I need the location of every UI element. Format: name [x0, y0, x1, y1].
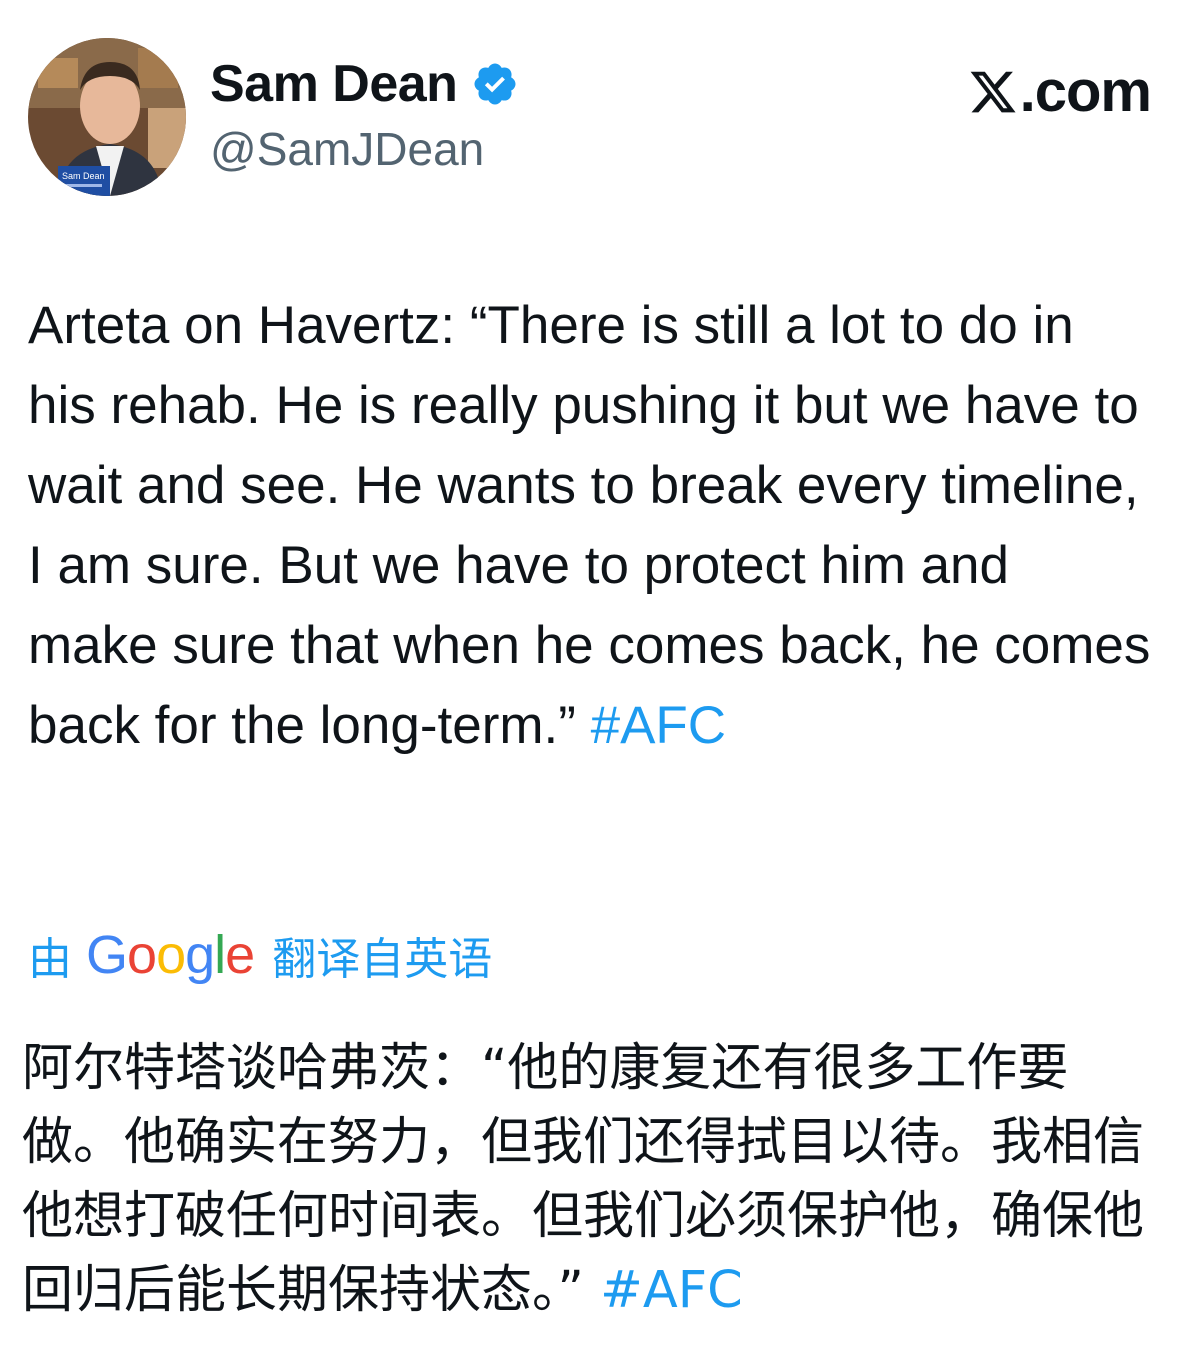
tweet-body: Arteta on Havertz: “There is still a lot…: [28, 286, 1153, 766]
tweet-header: Sam Dean Sam Dean @SamJDean .com: [28, 38, 1152, 198]
translated-hashtag-link[interactable]: #AFC: [600, 1261, 743, 1320]
brand-domain: .com: [1019, 59, 1152, 124]
google-logo: Google: [86, 924, 255, 986]
translated-tweet-body: 阿尔特塔谈哈弗茨：“他的康复还有很多工作要做。他确实在努力，但我们还得拭目以待。…: [22, 1032, 1152, 1328]
translation-attribution[interactable]: 由 Google 翻译自英语: [28, 920, 492, 990]
translation-suffix: 翻译自英语: [272, 935, 493, 984]
avatar-badge-text: Sam Dean: [62, 171, 105, 181]
google-letter: o: [127, 925, 157, 985]
hashtag-link[interactable]: #AFC: [591, 696, 726, 755]
author-handle[interactable]: @SamJDean: [210, 122, 519, 176]
google-letter: G: [86, 925, 128, 985]
google-letter: l: [214, 925, 226, 985]
avatar[interactable]: Sam Dean: [28, 38, 186, 196]
x-logo-icon: [970, 71, 1016, 112]
google-letter: o: [156, 925, 186, 985]
google-letter: g: [185, 925, 215, 985]
google-letter: e: [225, 925, 255, 985]
tweet-text: Arteta on Havertz: “There is still a lot…: [28, 296, 1151, 755]
author-display-name[interactable]: Sam Dean: [210, 54, 458, 114]
avatar-photo: Sam Dean: [28, 38, 186, 196]
translation-prefix: 由: [28, 935, 72, 984]
verified-badge-icon: [474, 63, 516, 105]
translated-text: 阿尔特塔谈哈弗茨：“他的康复还有很多工作要做。他确实在努力，但我们还得拭目以待。…: [22, 1039, 1145, 1320]
x-com-brand: .com: [968, 58, 1152, 125]
author-names: Sam Dean @SamJDean: [210, 52, 519, 176]
